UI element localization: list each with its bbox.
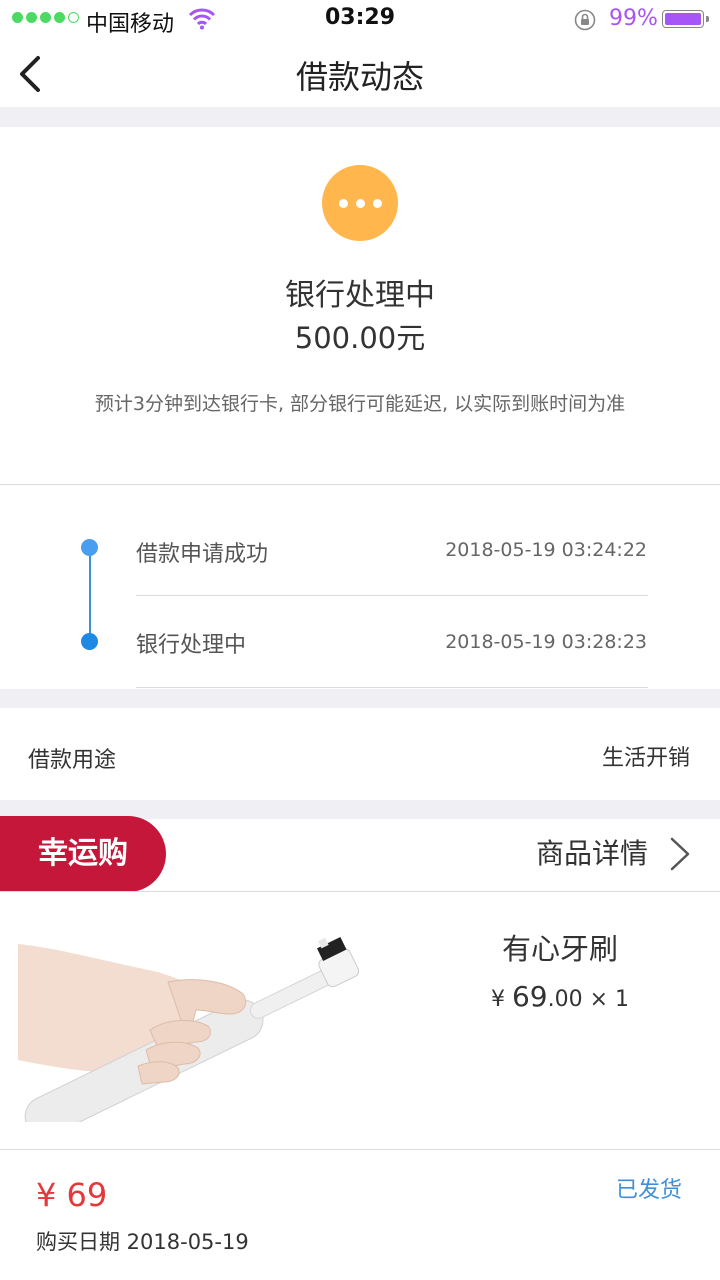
divider bbox=[136, 595, 648, 596]
timeline-dot bbox=[81, 539, 98, 556]
loan-amount: 500.00元 bbox=[294, 321, 426, 355]
battery-percent: 99% bbox=[609, 6, 658, 31]
timeline-label: 借款申请成功 bbox=[136, 542, 269, 567]
lucky-buy-badge: 幸运购 bbox=[0, 816, 166, 892]
purchase-date: 购买日期 2018-05-19 bbox=[36, 1230, 249, 1254]
purpose-label: 借款用途 bbox=[28, 748, 117, 773]
quantity: × 1 bbox=[589, 987, 630, 1012]
divider bbox=[0, 1149, 720, 1150]
divider bbox=[0, 484, 720, 485]
battery-icon bbox=[662, 10, 709, 28]
more-dots-icon bbox=[322, 165, 398, 241]
section-divider bbox=[0, 107, 720, 127]
timeline-time: 2018-05-19 03:24:22 bbox=[445, 539, 647, 561]
currency-symbol: ¥ bbox=[490, 987, 505, 1012]
page-title: 借款动态 bbox=[295, 58, 424, 96]
price-integer: 69 bbox=[511, 980, 548, 1013]
timeline-line bbox=[89, 548, 91, 642]
rotation-lock-icon bbox=[574, 9, 596, 31]
price-decimal: .00 bbox=[547, 987, 583, 1012]
product-detail-link[interactable]: 商品详情 bbox=[536, 832, 648, 872]
timeline-dot bbox=[81, 633, 98, 650]
divider bbox=[136, 687, 648, 688]
chevron-right-icon[interactable] bbox=[668, 836, 692, 872]
shipping-status[interactable]: 已发货 bbox=[616, 1172, 682, 1204]
product-price: ¥ 69.00 × 1 bbox=[430, 980, 690, 1013]
timeline-label: 银行处理中 bbox=[136, 633, 247, 658]
product-name: 有心牙刷 bbox=[501, 932, 618, 966]
arrival-note: 预计3分钟到达银行卡, 部分银行可能延迟, 以实际到账时间为准 bbox=[94, 393, 626, 415]
status-bar: 中国移动 03:29 99% bbox=[0, 0, 720, 40]
total-price: ¥ 69 bbox=[36, 1176, 108, 1214]
purpose-value: 生活开销 bbox=[601, 746, 690, 771]
timeline-time: 2018-05-19 03:28:23 bbox=[445, 631, 647, 653]
divider bbox=[0, 891, 720, 892]
loan-status-text: 银行处理中 bbox=[285, 278, 435, 313]
section-divider bbox=[0, 689, 720, 708]
product-image[interactable] bbox=[18, 922, 380, 1122]
